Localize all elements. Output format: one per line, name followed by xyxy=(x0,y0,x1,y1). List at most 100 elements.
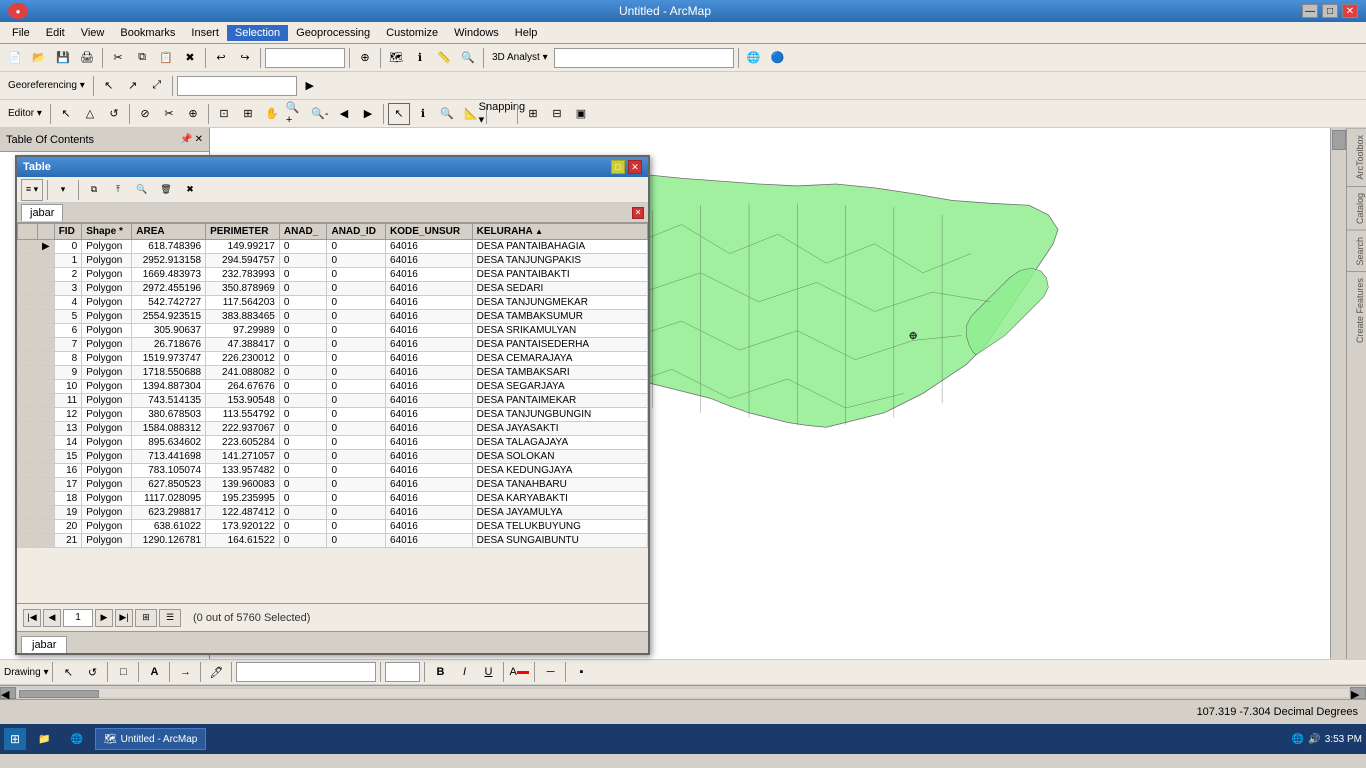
rotate-tool-btn[interactable]: ↺ xyxy=(81,661,103,683)
table-move-to-top-btn[interactable]: ⤒ xyxy=(107,179,129,201)
taskbar-ie-btn[interactable]: 🌐 xyxy=(63,728,91,750)
row-selector[interactable] xyxy=(18,380,38,394)
edit-split-btn[interactable]: ⊘ xyxy=(134,103,156,125)
arrow-btn[interactable]: → xyxy=(174,661,196,683)
menu-file[interactable]: File xyxy=(4,25,38,41)
tab-close-btn[interactable]: ✕ xyxy=(632,207,644,219)
bold-btn[interactable]: B xyxy=(429,661,451,683)
col-header-kode[interactable]: KODE_UNSUR xyxy=(386,224,473,240)
table-row[interactable]: 21Polygon1290.126781164.615220064016DESA… xyxy=(18,534,648,548)
row-selector[interactable] xyxy=(18,436,38,450)
row-selector[interactable] xyxy=(18,366,38,380)
close-button[interactable]: ✕ xyxy=(1342,4,1358,18)
table-copy-selected-btn[interactable]: ⧉ xyxy=(83,179,105,201)
h-scroll-thumb[interactable] xyxy=(19,690,99,698)
row-selector[interactable] xyxy=(18,352,38,366)
nav-show-all-btn[interactable]: ⊞ xyxy=(135,609,157,627)
table-row[interactable]: 16Polygon783.105074133.9574820064016DESA… xyxy=(18,464,648,478)
row-selector[interactable] xyxy=(18,324,38,338)
taskbar-browser-btn[interactable]: 📁 xyxy=(30,728,58,750)
row-selector[interactable] xyxy=(18,310,38,324)
select-tool-btn[interactable]: ↖ xyxy=(57,661,79,683)
georef-btn2[interactable]: ↗ xyxy=(122,75,144,97)
edit-merge-btn[interactable]: ⊕ xyxy=(182,103,204,125)
row-selector[interactable] xyxy=(18,394,38,408)
zoom-full-btn[interactable]: ⊡ xyxy=(213,103,235,125)
menu-customize[interactable]: Customize xyxy=(378,25,446,41)
select-features-btn[interactable]: ↖ xyxy=(388,103,410,125)
row-selector[interactable] xyxy=(18,296,38,310)
menu-bookmarks[interactable]: Bookmarks xyxy=(112,25,183,41)
layout-btn1[interactable]: ⊞ xyxy=(522,103,544,125)
table-zoom-to-btn[interactable]: 🔍 xyxy=(131,179,153,201)
georef-apply-btn[interactable]: ▶ xyxy=(299,75,321,97)
table-row[interactable]: 12Polygon380.678503113.5547920064016DESA… xyxy=(18,408,648,422)
table-row[interactable]: 2Polygon1669.483973232.7839930064016DESA… xyxy=(18,268,648,282)
table-row[interactable]: 19Polygon623.298817122.4874120064016DESA… xyxy=(18,506,648,520)
row-selector[interactable] xyxy=(18,450,38,464)
map-scrollbar-v[interactable] xyxy=(1330,128,1346,659)
scroll-thumb-v[interactable] xyxy=(1332,130,1346,150)
row-selector[interactable] xyxy=(18,254,38,268)
arctools-tab[interactable]: ArcToolbox xyxy=(1347,128,1366,186)
globe-btn[interactable]: 🌐 xyxy=(743,47,765,69)
menu-geoprocessing[interactable]: Geoprocessing xyxy=(288,25,378,41)
table-row[interactable]: 15Polygon713.441698141.2710570064016DESA… xyxy=(18,450,648,464)
zoom-prev-btn[interactable]: ◀ xyxy=(333,103,355,125)
layout-btn3[interactable]: ▣ xyxy=(570,103,592,125)
font-family-select[interactable]: Arial xyxy=(236,662,376,682)
col-header-kelurahan[interactable]: KELURAHA ▲ xyxy=(472,224,647,240)
minimize-button[interactable]: — xyxy=(1302,4,1318,18)
row-selector[interactable] xyxy=(18,478,38,492)
table-titlebar[interactable]: Table □ ✕ xyxy=(17,157,648,177)
map-tools-btn[interactable]: 🗺 xyxy=(385,47,407,69)
h-scroll-left[interactable]: ◀ xyxy=(0,687,16,699)
cut-btn[interactable]: ✂ xyxy=(107,47,129,69)
table-row[interactable]: 9Polygon1718.550688241.0880820064016DESA… xyxy=(18,366,648,380)
row-selector[interactable] xyxy=(18,506,38,520)
current-page-input[interactable] xyxy=(63,609,93,627)
table-row[interactable]: 5Polygon2554.923515383.8834650064016DESA… xyxy=(18,310,648,324)
nav-prev-btn[interactable]: ◀ xyxy=(43,609,61,627)
create-features-tab[interactable]: Create Features xyxy=(1347,271,1366,349)
find-btn[interactable]: 🔍 xyxy=(436,103,458,125)
nav-first-btn[interactable]: |◀ xyxy=(23,609,41,627)
underline-btn[interactable]: U xyxy=(477,661,499,683)
zoom-in-map-btn[interactable]: 🔍+ xyxy=(285,103,307,125)
h-scroll-track[interactable] xyxy=(16,688,1350,698)
snapping-btn[interactable]: Snapping ▾ xyxy=(491,103,513,125)
nav-last-btn[interactable]: ▶| xyxy=(115,609,133,627)
table-row[interactable]: 13Polygon1584.088312222.9370670064016DES… xyxy=(18,422,648,436)
draw-rect-btn[interactable]: □ xyxy=(112,661,134,683)
table-content[interactable]: FID Shape * AREA PERIMETER ANAD_ ANAD_ID… xyxy=(17,223,648,603)
taskbar-arcmap-btn[interactable]: 🗺 Untitled - ArcMap xyxy=(95,728,206,750)
maximize-button[interactable]: □ xyxy=(1322,4,1338,18)
col-header-shape[interactable]: Shape * xyxy=(82,224,132,240)
zoom-next-btn[interactable]: ▶ xyxy=(357,103,379,125)
georef-btn3[interactable]: ⤢ xyxy=(146,75,168,97)
table-row[interactable]: 11Polygon743.514135153.905480064016DESA … xyxy=(18,394,648,408)
menu-edit[interactable]: Edit xyxy=(38,25,73,41)
table-tab-jabar[interactable]: jabar xyxy=(21,204,63,221)
col-header-anad-id[interactable]: ANAD_ID xyxy=(327,224,386,240)
row-selector[interactable] xyxy=(18,240,38,254)
table-min-btn[interactable]: □ xyxy=(611,160,625,174)
edit-select-btn[interactable]: ↖ xyxy=(55,103,77,125)
menu-windows[interactable]: Windows xyxy=(446,25,507,41)
start-btn[interactable]: ⊞ xyxy=(4,728,26,750)
search-input[interactable] xyxy=(265,48,345,68)
italic-btn[interactable]: I xyxy=(453,661,475,683)
table-row[interactable]: 8Polygon1519.973747226.2300120064016DESA… xyxy=(18,352,648,366)
h-scrollbar[interactable]: ◀ ▶ xyxy=(0,685,1366,699)
col-header-perimeter[interactable]: PERIMETER xyxy=(206,224,280,240)
add-data-btn[interactable]: ⊕ xyxy=(354,47,376,69)
toc-pin-btn[interactable]: 📌 xyxy=(180,134,192,145)
nav-next-btn[interactable]: ▶ xyxy=(95,609,113,627)
line-color-btn[interactable]: ─ xyxy=(539,661,561,683)
search-tab[interactable]: Search xyxy=(1347,230,1366,272)
open-btn[interactable]: 📂 xyxy=(28,47,50,69)
table-row[interactable]: ▶0Polygon618.748396149.992170064016DESA … xyxy=(18,240,648,254)
row-selector[interactable] xyxy=(18,534,38,548)
table-clear-selection-btn[interactable]: ✖ xyxy=(179,179,201,201)
table-row[interactable]: 6Polygon305.9063797.299890064016DESA SRI… xyxy=(18,324,648,338)
